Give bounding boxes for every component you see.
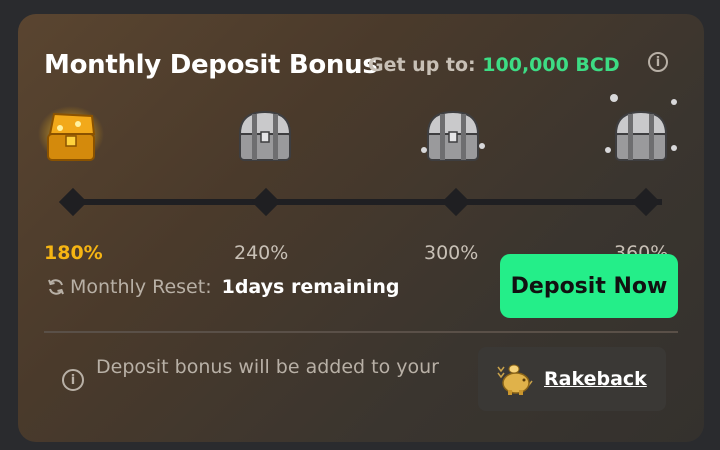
get-up-to-amount: 100,000 BCD xyxy=(482,54,620,76)
divider xyxy=(44,331,678,333)
rakeback-link-box[interactable]: Rakeback xyxy=(478,347,666,411)
deposit-now-button[interactable]: Deposit Now xyxy=(500,254,678,318)
progress-node xyxy=(631,187,661,217)
silver-chest-icon xyxy=(238,110,292,161)
deposit-bonus-note: Deposit bonus will be added to your xyxy=(96,356,439,378)
get-up-to-text: Get up to: 100,000 BCD xyxy=(368,54,620,76)
monthly-deposit-bonus-card: Monthly Deposit Bonus Get up to: 100,000… xyxy=(18,14,704,442)
progress-track xyxy=(74,199,662,205)
refresh-icon xyxy=(48,279,64,295)
monthly-reset: Monthly Reset: 1days remaining xyxy=(46,276,400,298)
gold-chest-icon xyxy=(38,106,104,162)
piggy-bank-icon xyxy=(497,364,533,395)
progress-node xyxy=(58,187,88,217)
reset-remaining: 1days remaining xyxy=(221,276,400,298)
progress-node xyxy=(441,187,471,217)
reset-label: Monthly Reset: xyxy=(70,276,212,298)
silver-chest-icon xyxy=(605,94,677,161)
tier-percent: 300% xyxy=(424,242,479,264)
tier-percent: 180% xyxy=(44,242,103,264)
info-icon[interactable]: i xyxy=(648,52,668,72)
silver-chest-icon xyxy=(421,110,485,161)
card-title: Monthly Deposit Bonus xyxy=(44,50,378,80)
get-up-to-label: Get up to: xyxy=(368,54,476,76)
info-icon[interactable]: i xyxy=(62,369,84,391)
tier-percent: 240% xyxy=(234,242,289,264)
rakeback-link[interactable]: Rakeback xyxy=(544,368,647,390)
progress-node xyxy=(251,187,281,217)
